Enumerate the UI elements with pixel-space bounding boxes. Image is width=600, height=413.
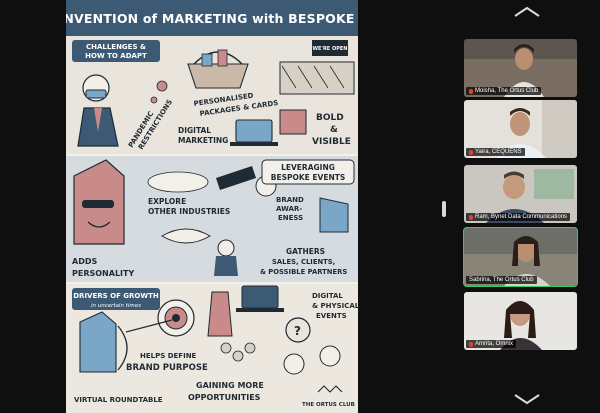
svg-text:WE'RE OPEN: WE'RE OPEN [313, 46, 348, 52]
svg-text:DIGITAL: DIGITAL [312, 292, 343, 300]
mic-muted-icon [469, 214, 473, 220]
participant-tile[interactable]: Amrita, Omnix [464, 292, 577, 350]
illustration-banner: The REINVENTION of MARKETING with BESPOK… [66, 0, 358, 36]
mic-muted-icon [469, 88, 473, 94]
svg-text:DIGITAL: DIGITAL [178, 126, 211, 135]
svg-text:CHALLENGES &: CHALLENGES & [86, 43, 146, 51]
svg-text:GAINING MORE: GAINING MORE [196, 381, 264, 390]
megaphone-icon [319, 197, 349, 233]
svg-text:LEVERAGING: LEVERAGING [281, 163, 335, 172]
svg-text:SALES, CLIENTS,: SALES, CLIENTS, [272, 258, 335, 266]
mic-muted-icon [469, 341, 473, 347]
svg-text:DRIVERS OF GROWTH: DRIVERS OF GROWTH [73, 292, 159, 300]
svg-text:PERSONALITY: PERSONALITY [72, 269, 134, 278]
participant-nameplate: Yaira, CEQUENS [466, 148, 525, 156]
participant-tile[interactable]: Ram, Bynet Data Communications [464, 165, 577, 223]
illustration-title: The REINVENTION of MARKETING with BESPOK… [66, 10, 358, 26]
svg-text:BRAND: BRAND [276, 196, 304, 204]
svg-text:& POSSIBLE PARTNERS: & POSSIBLE PARTNERS [260, 268, 347, 276]
archer-tag-character [79, 311, 117, 373]
participant-name: Ram, Bynet Data Communications [475, 214, 568, 220]
svg-text:OPPORTUNITIES: OPPORTUNITIES [188, 393, 261, 402]
svg-text:EXPLORE: EXPLORE [148, 197, 186, 206]
svg-text:AWAR-: AWAR- [276, 205, 302, 213]
participant-name: Moisha, The Ortus Club [475, 88, 539, 94]
svg-text:ADDS: ADDS [72, 257, 97, 266]
hand-icon [207, 291, 233, 337]
shared-screen: The REINVENTION of MARKETING with BESPOK… [66, 0, 358, 413]
svg-text:?: ? [294, 324, 301, 338]
virus-icon [156, 80, 168, 92]
svg-text:VIRTUAL ROUNDTABLE: VIRTUAL ROUNDTABLE [74, 396, 163, 404]
participant-name: Amrita, Omnix [475, 341, 514, 347]
chevron-up-icon[interactable] [513, 6, 541, 18]
chevron-down-icon[interactable] [513, 393, 541, 405]
drag-handle-icon[interactable] [442, 201, 446, 217]
svg-text:HELPS DEFINE: HELPS DEFINE [140, 352, 197, 360]
svg-text:HOW TO ADAPT: HOW TO ADAPT [85, 52, 147, 60]
svg-text:ENESS: ENESS [278, 214, 303, 222]
participant-nameplate: Sabrina, The Ortus Club [466, 276, 537, 284]
mic-muted-icon [469, 149, 473, 155]
gift-basket-icon [187, 63, 249, 89]
svg-text:BESPOKE EVENTS: BESPOKE EVENTS [271, 173, 346, 182]
svg-text:OTHER INDUSTRIES: OTHER INDUSTRIES [148, 207, 230, 216]
laptop-icon [235, 119, 273, 143]
svg-text:& PHYSICAL: & PHYSICAL [312, 302, 358, 310]
graphic-recording-illustration: CHALLENGES & HOW TO ADAPT PANDEMIC RESTR… [66, 36, 358, 413]
laptop-events-icon [241, 285, 279, 309]
svg-text:EVENTS: EVENTS [316, 312, 347, 320]
svg-text:GATHERS: GATHERS [286, 247, 325, 256]
participant-nameplate: Ram, Bynet Data Communications [466, 213, 571, 221]
participant-nameplate: Moisha, The Ortus Club [466, 87, 542, 95]
svg-text:&: & [330, 125, 338, 135]
participant-tile[interactable]: Yaira, CEQUENS [464, 100, 577, 158]
svg-text:VISIBLE: VISIBLE [312, 137, 351, 147]
svg-text:MARKETING: MARKETING [178, 136, 228, 145]
svg-text:in uncertain times: in uncertain times [91, 303, 141, 309]
participant-name: Yaira, CEQUENS [475, 149, 522, 155]
participant-tile-active-speaker[interactable]: Sabrina, The Ortus Club [463, 227, 578, 287]
participant-name: Sabrina, The Ortus Club [469, 277, 534, 283]
svg-text:BRAND PURPOSE: BRAND PURPOSE [126, 363, 208, 373]
svg-text:THE ORTUS CLUB: THE ORTUS CLUB [302, 402, 355, 408]
svg-text:BOLD: BOLD [316, 113, 344, 123]
participant-nameplate: Amrita, Omnix [466, 340, 517, 348]
participant-tile[interactable]: Moisha, The Ortus Club [464, 39, 577, 97]
